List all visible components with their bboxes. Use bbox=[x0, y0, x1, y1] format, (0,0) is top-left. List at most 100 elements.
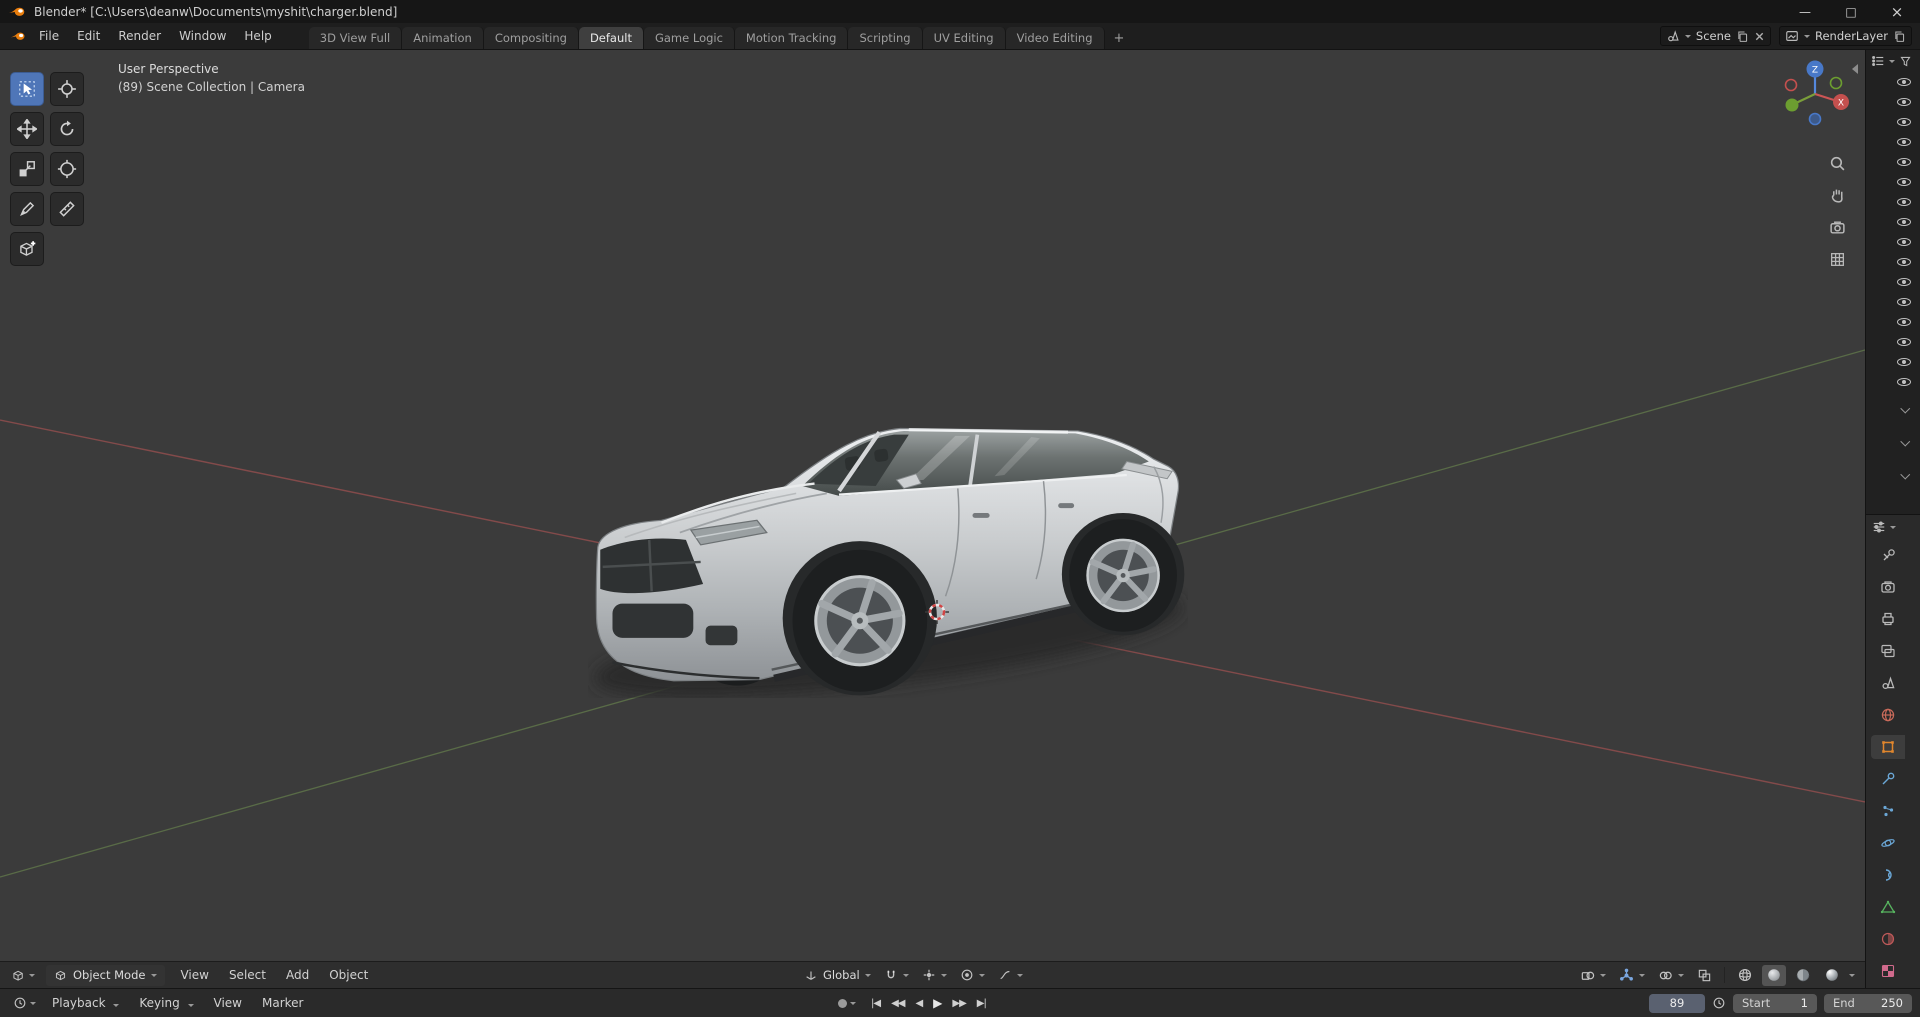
new-scene-icon[interactable] bbox=[1736, 30, 1749, 43]
shading-solid-button[interactable] bbox=[1762, 964, 1786, 986]
properties-editor-caret[interactable] bbox=[1890, 525, 1896, 529]
minimize-button[interactable]: — bbox=[1782, 0, 1828, 23]
workspace-tab-animation[interactable]: Animation bbox=[402, 27, 484, 49]
shading-rendered-button[interactable] bbox=[1820, 965, 1844, 986]
unlink-scene-icon[interactable] bbox=[1754, 31, 1765, 42]
maximize-button[interactable]: □ bbox=[1828, 0, 1874, 23]
transform-orientation-dropdown[interactable]: Global bbox=[800, 968, 875, 982]
properties-tab-constraints[interactable] bbox=[1871, 863, 1905, 887]
shading-material-button[interactable] bbox=[1791, 965, 1815, 986]
new-view-layer-icon[interactable] bbox=[1893, 30, 1906, 43]
visibility-toggle[interactable] bbox=[1897, 352, 1911, 372]
gizmos-dropdown[interactable] bbox=[1615, 968, 1649, 983]
jump-to-start-button[interactable]: |◀ bbox=[867, 998, 884, 1009]
timeline-editor-button[interactable] bbox=[8, 996, 41, 1010]
tool-select-box[interactable] bbox=[10, 72, 44, 106]
xray-toggle[interactable] bbox=[1693, 968, 1716, 983]
play-reverse-button[interactable]: ◀ bbox=[911, 998, 926, 1009]
tool-measure[interactable] bbox=[50, 192, 84, 226]
viewport-menu-object[interactable]: Object bbox=[320, 968, 377, 982]
visibility-toggle[interactable] bbox=[1897, 312, 1911, 332]
properties-tab-world[interactable] bbox=[1871, 703, 1905, 727]
outliner-editor-icon[interactable] bbox=[1871, 54, 1885, 68]
menu-window[interactable]: Window bbox=[170, 23, 235, 49]
play-button[interactable]: ▶ bbox=[929, 996, 945, 1010]
workspace-tab-video-editing[interactable]: Video Editing bbox=[1005, 27, 1105, 49]
frame-start-field[interactable]: Start 1 bbox=[1733, 993, 1817, 1013]
blender-menu-button[interactable] bbox=[6, 23, 30, 49]
timeline-menu-view[interactable]: View bbox=[205, 996, 251, 1010]
timeline-menu-playback[interactable]: Playback bbox=[43, 996, 128, 1010]
visibility-toggle[interactable] bbox=[1897, 132, 1911, 152]
filter-icon[interactable] bbox=[1899, 55, 1912, 68]
visibility-toggle[interactable] bbox=[1897, 232, 1911, 252]
properties-tab-particles[interactable] bbox=[1871, 799, 1905, 823]
pan-button[interactable] bbox=[1824, 182, 1851, 209]
timeline-menu-marker[interactable]: Marker bbox=[253, 996, 312, 1010]
visibility-toggle[interactable] bbox=[1897, 152, 1911, 172]
shading-wireframe-button[interactable] bbox=[1733, 965, 1757, 986]
properties-tab-render[interactable] bbox=[1871, 575, 1905, 599]
visibility-toggle[interactable] bbox=[1897, 212, 1911, 232]
menu-help[interactable]: Help bbox=[235, 23, 280, 49]
auto-keying-record-button[interactable] bbox=[838, 998, 847, 1008]
jump-to-end-button[interactable]: ▶| bbox=[973, 998, 990, 1009]
visibility-toggle[interactable] bbox=[1897, 92, 1911, 112]
scene-browse-caret[interactable] bbox=[1684, 34, 1691, 38]
view-layer-browse-caret[interactable] bbox=[1803, 34, 1810, 38]
timeline-menu-keying[interactable]: Keying bbox=[130, 996, 202, 1010]
collection-expand-toggle[interactable] bbox=[1900, 458, 1912, 491]
collection-expand-toggle[interactable] bbox=[1900, 392, 1912, 425]
view-layer-selector[interactable]: RenderLayer bbox=[1778, 26, 1912, 46]
prev-keyframe-button[interactable]: ◀◀ bbox=[887, 998, 908, 1009]
shading-caret[interactable] bbox=[1849, 973, 1855, 977]
car-model[interactable] bbox=[588, 410, 1188, 698]
properties-tab-object[interactable] bbox=[1871, 735, 1905, 759]
tool-scale[interactable] bbox=[10, 152, 44, 186]
snap-caret[interactable] bbox=[902, 973, 909, 977]
properties-tab-active-tool[interactable] bbox=[1871, 543, 1905, 567]
properties-tab-output[interactable] bbox=[1871, 607, 1905, 631]
workspace-tab-game-logic[interactable]: Game Logic bbox=[643, 27, 735, 49]
workspace-tab-scripting[interactable]: Scripting bbox=[848, 27, 923, 49]
outliner-editor-caret[interactable] bbox=[1889, 59, 1895, 63]
tool-add-cube[interactable] bbox=[10, 232, 44, 266]
properties-tab-material[interactable] bbox=[1871, 927, 1905, 951]
camera-view-button[interactable] bbox=[1824, 214, 1851, 241]
next-keyframe-button[interactable]: ▶▶ bbox=[948, 998, 969, 1009]
menu-render[interactable]: Render bbox=[109, 23, 170, 49]
properties-tab-physics[interactable] bbox=[1871, 831, 1905, 855]
properties-tab-modifiers[interactable] bbox=[1871, 767, 1905, 791]
visibility-toggle[interactable] bbox=[1897, 112, 1911, 132]
editor-type-button[interactable] bbox=[6, 968, 40, 983]
scene-name[interactable]: Scene bbox=[1696, 29, 1731, 43]
visibility-toggle[interactable] bbox=[1897, 252, 1911, 272]
tool-cursor[interactable] bbox=[50, 72, 84, 106]
visibility-toggle[interactable] bbox=[1897, 72, 1911, 92]
properties-editor-icon[interactable] bbox=[1872, 520, 1886, 534]
tool-rotate[interactable] bbox=[50, 112, 84, 146]
tool-move[interactable] bbox=[10, 112, 44, 146]
workspace-tab-compositing[interactable]: Compositing bbox=[483, 27, 579, 49]
visibility-toggle[interactable] bbox=[1897, 292, 1911, 312]
workspace-tab-uv-editing[interactable]: UV Editing bbox=[922, 27, 1006, 49]
snap-toggle[interactable] bbox=[880, 968, 913, 982]
object-visibility-dropdown[interactable] bbox=[1576, 968, 1610, 983]
view-layer-name[interactable]: RenderLayer bbox=[1815, 29, 1888, 43]
keying-set-caret[interactable] bbox=[850, 1001, 856, 1005]
scene-selector[interactable]: Scene bbox=[1659, 26, 1771, 46]
proportional-edit-toggle[interactable] bbox=[956, 968, 989, 982]
workspace-tab-3d-view-full[interactable]: 3D View Full bbox=[308, 27, 403, 49]
tool-transform[interactable] bbox=[50, 152, 84, 186]
viewport-menu-view[interactable]: View bbox=[171, 968, 217, 982]
navigation-gizmo[interactable]: Z X bbox=[1779, 58, 1851, 130]
visibility-toggle[interactable] bbox=[1897, 332, 1911, 352]
frame-end-field[interactable]: End 250 bbox=[1824, 993, 1912, 1013]
visibility-toggle[interactable] bbox=[1897, 272, 1911, 292]
visibility-toggle[interactable] bbox=[1897, 172, 1911, 192]
menu-file[interactable]: File bbox=[30, 23, 68, 49]
current-frame-field[interactable]: 89 bbox=[1649, 993, 1705, 1013]
sidebar-collapse-arrow[interactable] bbox=[1852, 64, 1858, 74]
tool-annotate[interactable] bbox=[10, 192, 44, 226]
close-button[interactable]: × bbox=[1874, 0, 1920, 23]
